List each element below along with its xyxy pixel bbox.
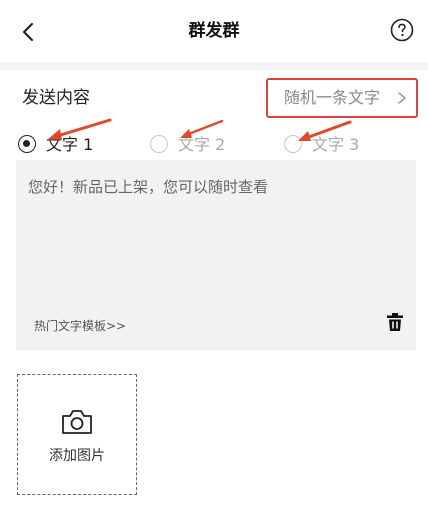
radio-unchecked-icon <box>150 135 168 153</box>
message-text-area[interactable]: 您好！新品已上架，您可以随时查看 热门文字模板>> <box>16 160 416 350</box>
random-text-button[interactable]: 随机一条文字 <box>266 78 418 118</box>
random-text-label: 随机一条文字 <box>284 88 381 107</box>
add-image-button[interactable]: 添加图片 <box>17 374 137 495</box>
send-content-label: 发送内容 <box>22 88 90 108</box>
message-text: 您好！新品已上架，您可以随时查看 <box>28 178 269 196</box>
radio-label: 文字 1 <box>46 135 94 154</box>
radio-checked-icon <box>18 135 36 153</box>
send-content-row: 发送内容 随机一条文字 <box>0 70 428 126</box>
radio-unchecked-icon <box>284 135 302 153</box>
chevron-right-icon <box>398 92 406 104</box>
camera-icon <box>62 410 92 434</box>
radio-label: 文字 3 <box>312 135 360 154</box>
section-divider <box>0 62 428 70</box>
top-bar: 群发群 <box>0 0 428 62</box>
add-image-label: 添加图片 <box>49 448 105 464</box>
page-title: 群发群 <box>188 21 240 41</box>
text-option-group: 文字 1 文字 2 文字 3 <box>0 132 428 158</box>
hot-template-link[interactable]: 热门文字模板>> <box>34 317 126 334</box>
trash-icon[interactable] <box>386 312 404 332</box>
help-icon[interactable] <box>390 18 414 42</box>
radio-label: 文字 2 <box>178 135 226 154</box>
